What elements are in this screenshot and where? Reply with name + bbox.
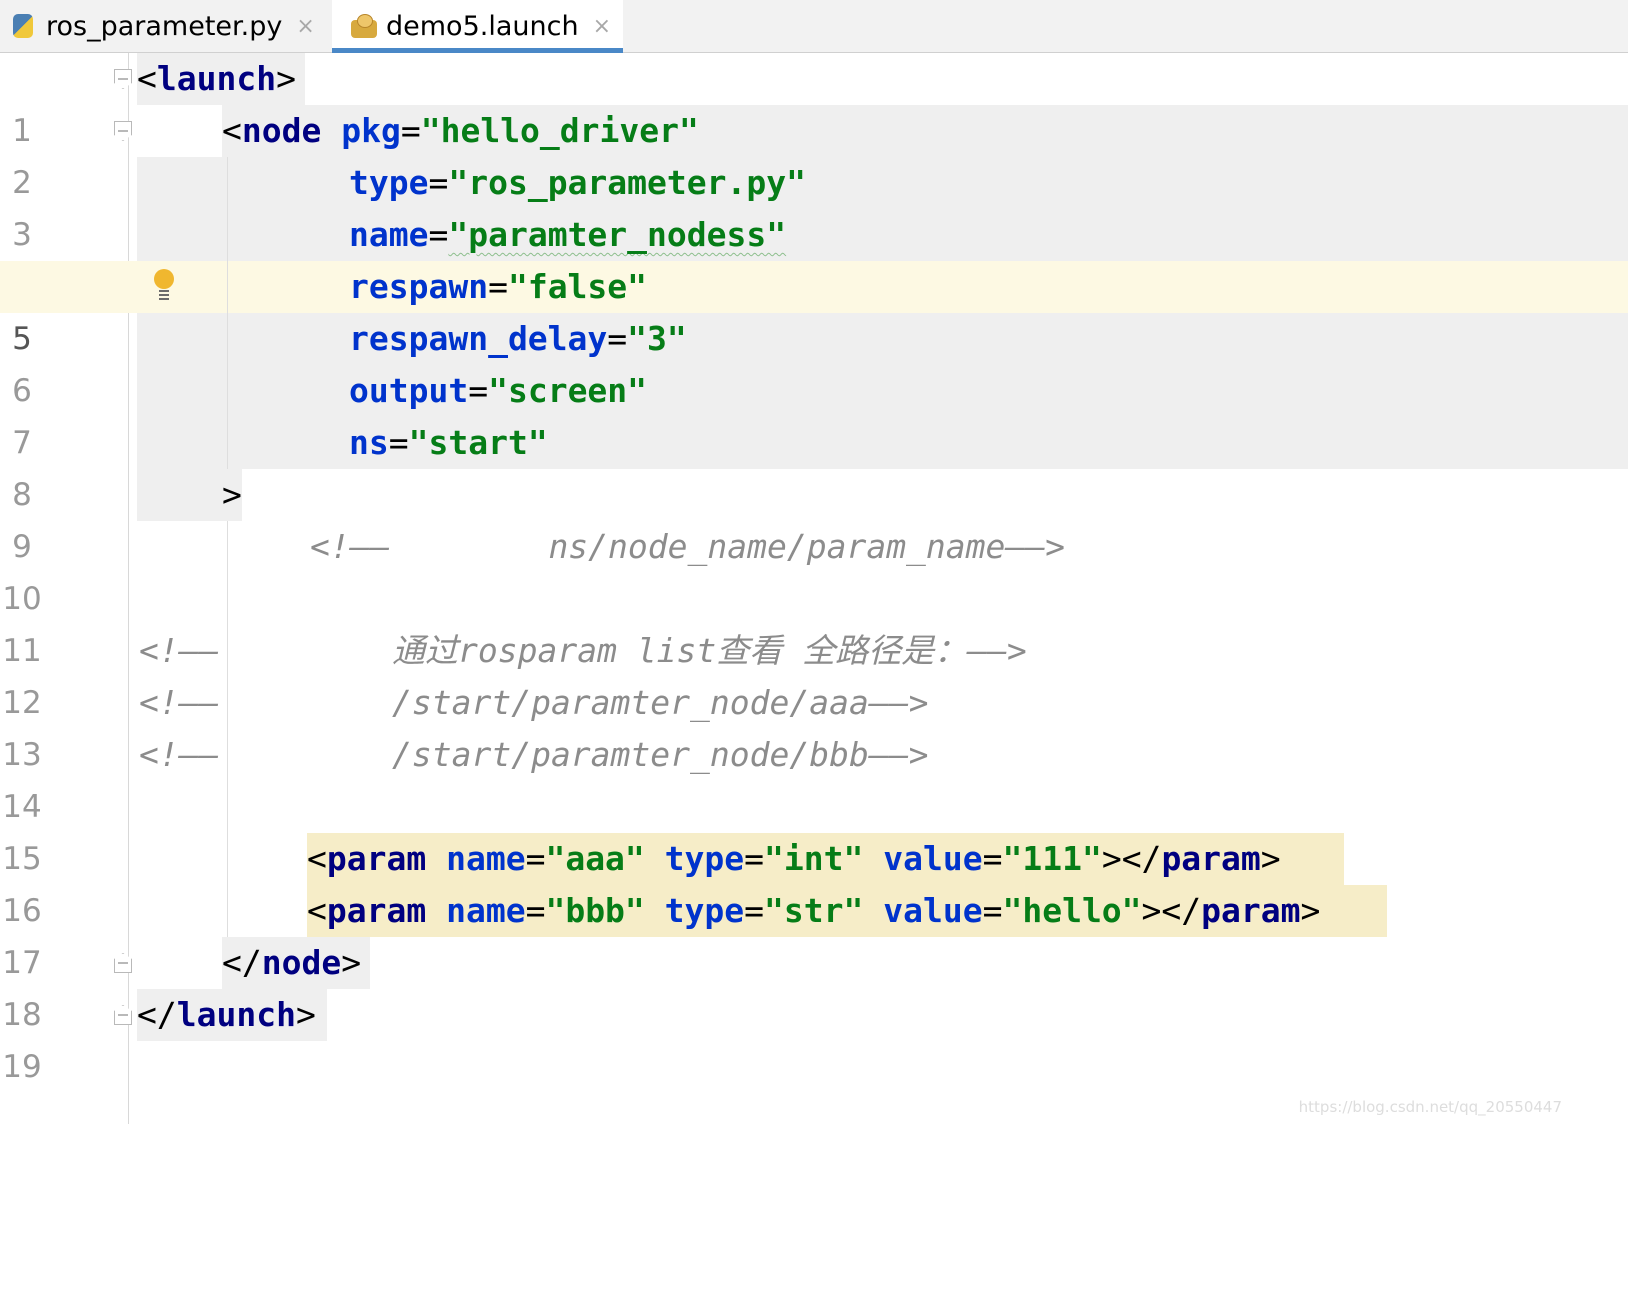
editor-tab-bar: ros_parameter.py × demo5.launch ×	[0, 0, 1628, 53]
code-line-18[interactable]: 18 </node>	[0, 937, 1628, 1033]
lightbulb-icon[interactable]	[152, 269, 176, 305]
watermark: https://blog.csdn.net/qq_20550447	[1298, 1098, 1562, 1116]
close-icon[interactable]: ×	[296, 14, 314, 39]
fold-collapse-icon[interactable]	[114, 121, 132, 141]
code-line-16[interactable]: 16 <param name="aaa" type="int" value="1…	[0, 833, 1628, 929]
tab-label: demo5.launch	[386, 10, 579, 42]
code-line-13[interactable]: 13 <!—— /start/paramter_node/aaa——>	[0, 677, 1628, 773]
code-line-19[interactable]: 19 </launch>	[0, 989, 1628, 1085]
fold-end-icon[interactable]	[114, 1005, 132, 1025]
ros-launch-file-icon	[350, 11, 378, 41]
code-line-12[interactable]: 12 <!—— 通过rosparam list查看 全路径是：——>	[0, 625, 1628, 721]
code-line-14[interactable]: 14 <!—— /start/paramter_node/bbb——>	[0, 729, 1628, 825]
code-line-17[interactable]: 17 <param name="bbb" type="str" value="h…	[0, 885, 1628, 981]
code-editor[interactable]: 1 <launch> 2 <node pkg="hello_driver" 3 …	[0, 53, 1628, 1124]
code-line-5-caret[interactable]: 5 respawn="false"	[0, 261, 1628, 357]
indent-guide	[227, 157, 228, 469]
line-number: 19	[2, 1049, 42, 1085]
tab-ros-parameter-py[interactable]: ros_parameter.py ×	[10, 0, 315, 52]
close-icon[interactable]: ×	[593, 14, 611, 39]
code-line-2[interactable]: 2 <node pkg="hello_driver"	[0, 105, 1628, 201]
tab-demo5-launch[interactable]: demo5.launch ×	[332, 0, 623, 53]
code-line-6[interactable]: 6 respawn_delay="3"	[0, 313, 1628, 409]
code-line-9[interactable]: 9 >	[0, 469, 1628, 565]
fold-end-icon[interactable]	[114, 953, 132, 973]
code-line-3[interactable]: 3 type="ros_parameter.py"	[0, 157, 1628, 253]
code-line-7[interactable]: 7 output="screen"	[0, 365, 1628, 461]
code-line-1[interactable]: 1 <launch>	[0, 53, 1628, 149]
code-line-10[interactable]: 10 <!—— ns/node_name/param_name——>	[0, 521, 1628, 617]
code-line-8[interactable]: 8 ns="start"	[0, 417, 1628, 513]
code-line-11[interactable]: 11	[0, 573, 1628, 669]
fold-collapse-icon[interactable]	[114, 69, 132, 89]
python-file-icon	[10, 11, 38, 41]
code-line-4[interactable]: 4 name="paramter_nodess"	[0, 209, 1628, 305]
code-line-15[interactable]: 15	[0, 781, 1628, 877]
tab-label: ros_parameter.py	[46, 10, 283, 42]
